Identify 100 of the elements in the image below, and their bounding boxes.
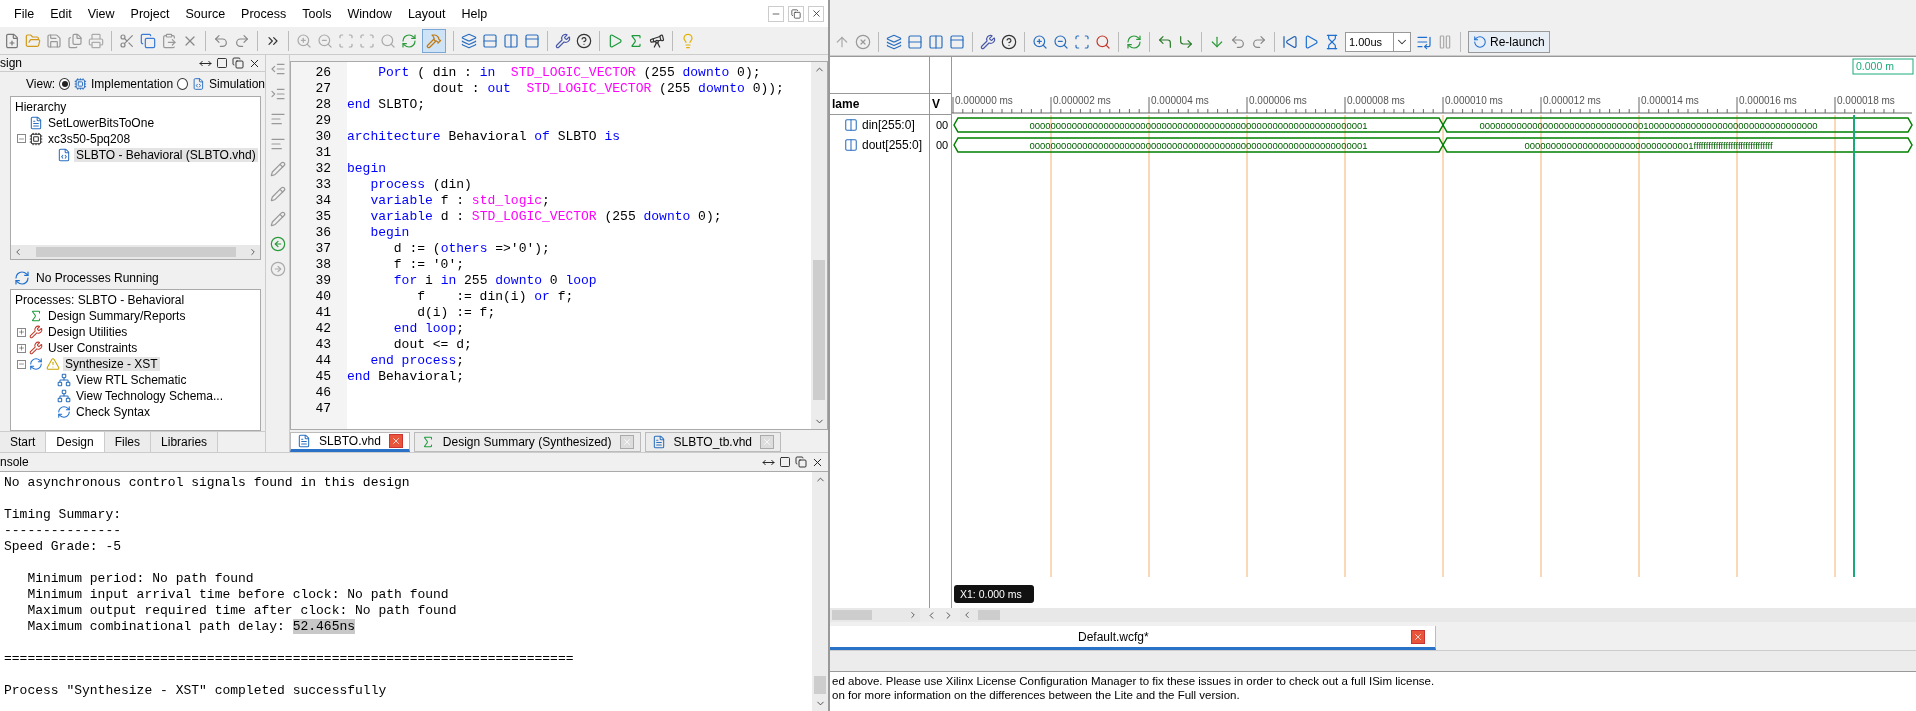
tree-item[interactable]: SLBTO - Behavioral (SLBTO.vhd) xyxy=(74,147,258,162)
editor-tab[interactable]: SLBTO_tb.vhd xyxy=(644,432,782,452)
restore-icon[interactable] xyxy=(232,57,244,70)
scrollbar-thumb[interactable] xyxy=(814,676,826,694)
open-folder-icon[interactable] xyxy=(25,32,41,49)
menu-item[interactable]: Process xyxy=(233,6,295,21)
restore-button[interactable] xyxy=(788,5,804,22)
forward-icon[interactable] xyxy=(269,261,286,277)
tree-item[interactable]: SetLowerBitsToOne xyxy=(46,115,157,130)
refresh-icon[interactable] xyxy=(1126,33,1142,50)
signal-name[interactable]: din[255:0] xyxy=(862,118,915,132)
scrollbar-thumb[interactable] xyxy=(35,247,236,258)
run-time-field[interactable]: 1.00us xyxy=(1345,31,1393,52)
restore-icon[interactable] xyxy=(795,456,807,468)
new-file-icon[interactable] xyxy=(4,32,20,49)
tree-item[interactable]: xc3s50-5pq208 xyxy=(46,131,133,146)
horizontal-scrollbar[interactable] xyxy=(830,608,920,622)
menu-item[interactable]: Help xyxy=(453,6,496,21)
wrench-icon[interactable] xyxy=(980,33,996,50)
maximize-icon[interactable] xyxy=(216,57,228,70)
menu-item[interactable]: Edit xyxy=(42,6,80,21)
scrollbar-thumb[interactable] xyxy=(832,610,872,620)
panel-icon[interactable] xyxy=(949,33,965,50)
menu-item[interactable]: Source xyxy=(177,6,234,21)
expand-toggle[interactable] xyxy=(17,327,26,337)
tree-item[interactable]: Synthesize - XST xyxy=(63,357,160,372)
expand-toggle[interactable] xyxy=(17,134,26,144)
panel-tab[interactable]: Files xyxy=(104,431,152,452)
vertical-scrollbar[interactable] xyxy=(811,62,827,429)
align-icon[interactable] xyxy=(269,111,286,127)
wrench-icon[interactable] xyxy=(555,32,571,49)
run-icon[interactable] xyxy=(1303,33,1319,50)
relaunch-button[interactable]: Re-launch xyxy=(1468,30,1550,53)
telescope-icon[interactable] xyxy=(649,32,665,49)
scrollbar-thumb[interactable] xyxy=(813,260,825,400)
horizontal-scrollbar[interactable] xyxy=(11,245,260,260)
minimize-button[interactable] xyxy=(768,5,784,22)
horizontal-scrollbar[interactable] xyxy=(960,608,1916,622)
tab-close-button[interactable] xyxy=(1411,629,1425,644)
vertical-scrollbar[interactable] xyxy=(812,472,828,711)
tree-item[interactable]: View Technology Schema... xyxy=(74,389,225,404)
lightbulb-icon[interactable] xyxy=(680,32,696,49)
menu-item[interactable]: Tools xyxy=(294,6,340,21)
tab-close-button[interactable] xyxy=(760,435,775,449)
pause-icon[interactable] xyxy=(1437,33,1453,50)
menu-item[interactable]: Project xyxy=(122,6,178,21)
radio-label[interactable]: Simulation xyxy=(208,77,265,92)
dropdown-button[interactable] xyxy=(1393,31,1411,52)
zoom-out-icon[interactable] xyxy=(317,32,333,49)
scrollbar-thumb[interactable] xyxy=(978,610,1000,620)
help-icon[interactable] xyxy=(576,32,592,49)
paste-icon[interactable] xyxy=(161,32,177,49)
signal-name[interactable]: dout[255:0] xyxy=(862,138,923,152)
waveform-tab[interactable]: Default.wcfg* xyxy=(830,626,1436,650)
maximize-icon[interactable] xyxy=(779,456,791,468)
menu-item[interactable]: Window xyxy=(339,6,400,21)
copy-icon[interactable] xyxy=(140,32,156,49)
panel-tab[interactable]: Start xyxy=(0,431,47,452)
tile-horizontal-icon[interactable] xyxy=(907,33,923,50)
back-icon[interactable] xyxy=(269,236,286,252)
print-icon[interactable] xyxy=(88,32,104,49)
stop-icon[interactable] xyxy=(855,33,871,50)
cut-icon[interactable] xyxy=(119,32,135,49)
zoom-in-icon[interactable] xyxy=(296,32,312,49)
tile-vertical-icon[interactable] xyxy=(503,32,519,49)
expand-toggle[interactable] xyxy=(17,359,26,369)
close-button[interactable] xyxy=(808,5,824,22)
editor-tab[interactable]: Design Summary (Synthesized) xyxy=(413,432,641,452)
tree-item[interactable]: Design Utilities xyxy=(46,325,130,340)
pencil-icon[interactable] xyxy=(269,186,286,202)
zoom-in-icon[interactable] xyxy=(1032,33,1048,50)
undo-icon[interactable] xyxy=(1230,33,1246,50)
menu-item[interactable]: Layout xyxy=(399,6,454,21)
redo-icon[interactable] xyxy=(234,32,250,49)
menu-item[interactable]: View xyxy=(79,6,123,21)
panel-tab[interactable]: Design xyxy=(46,431,105,452)
redo-icon[interactable] xyxy=(1251,33,1267,50)
sigma-icon[interactable] xyxy=(628,32,644,49)
tree-item[interactable]: View RTL Schematic xyxy=(74,373,189,388)
tab-close-button[interactable] xyxy=(619,435,634,449)
radio-label[interactable]: Implementation xyxy=(91,77,174,92)
tab-close-button[interactable] xyxy=(388,434,403,448)
tile-horizontal-icon[interactable] xyxy=(482,32,498,49)
pencil-icon[interactable] xyxy=(269,211,286,227)
search-icon[interactable] xyxy=(380,32,396,49)
tree-item[interactable]: Design Summary/Reports xyxy=(46,309,188,324)
indent-decrease-icon[interactable] xyxy=(269,61,286,77)
pencil-icon[interactable] xyxy=(269,161,286,177)
zoom-fit-icon[interactable] xyxy=(1074,33,1090,50)
stacked-pages-icon[interactable] xyxy=(67,32,83,49)
radio-button[interactable] xyxy=(177,78,189,91)
expand-toggle[interactable] xyxy=(17,343,26,353)
editor-tab[interactable]: SLBTO.vhd xyxy=(290,432,410,452)
panel-icon[interactable] xyxy=(524,32,540,49)
tree-item[interactable]: Check Syntax xyxy=(74,405,153,420)
help-icon[interactable] xyxy=(1001,33,1017,50)
tile-vertical-icon[interactable] xyxy=(928,33,944,50)
hammer-button[interactable] xyxy=(422,28,446,53)
undo-icon[interactable] xyxy=(213,32,229,49)
run-icon[interactable] xyxy=(607,32,623,49)
